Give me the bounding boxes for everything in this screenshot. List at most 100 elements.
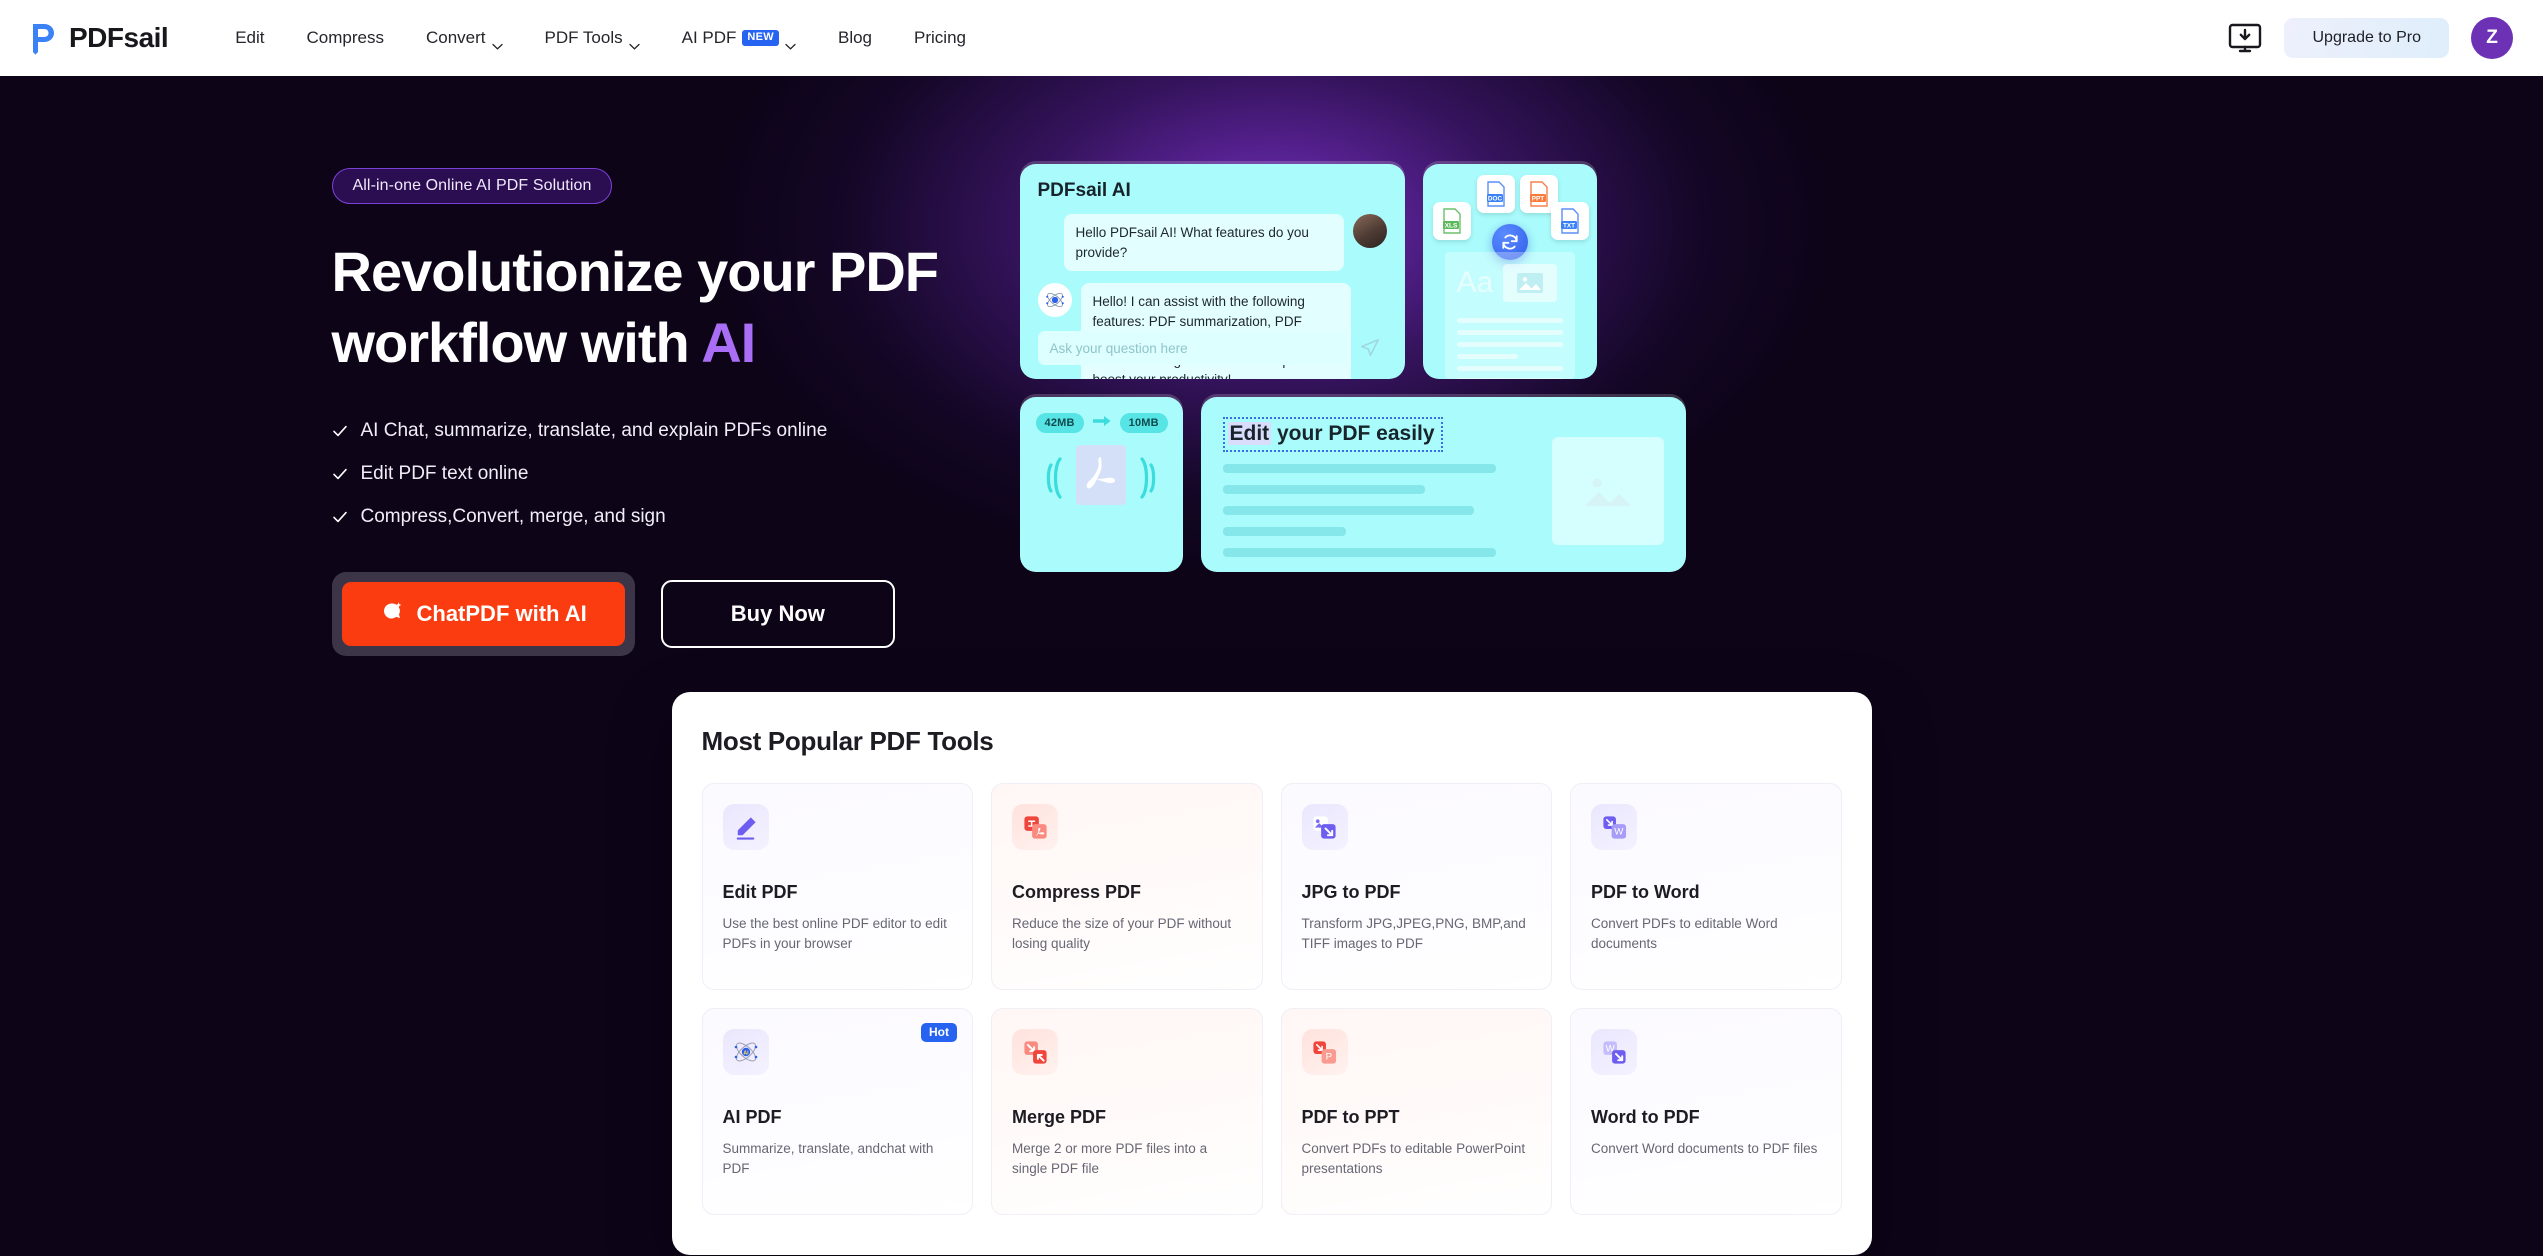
chevron-down-icon — [491, 35, 503, 50]
svg-text:XLS: XLS — [1444, 222, 1457, 229]
ai-chat-preview-card: PDFsail AI Hello PDFsail AI! What featur… — [1019, 164, 1405, 379]
hero-section: All-in-one Online AI PDF Solution Revolu… — [0, 76, 2543, 1256]
hot-badge: Hot — [921, 1023, 957, 1043]
tool-name: PDF to Word — [1591, 882, 1700, 903]
nav-label: Blog — [837, 28, 873, 47]
typography-sample: Aa — [1456, 266, 1494, 299]
acrobat-pdf-icon — [1072, 443, 1130, 512]
tool-card-ai-pdf[interactable]: Hot AI AI PDF Summarize, translate, andc… — [701, 1008, 973, 1216]
feature-item: AI Chat, summarize, translate, and expla… — [332, 420, 972, 442]
page-title: Revolutionize your PDF workflow with AI — [332, 236, 972, 378]
desktop-download-icon[interactable] — [2228, 23, 2262, 53]
compress-pdf-icon — [1012, 804, 1058, 851]
navbar-right: Upgrade to Pro Z — [2228, 17, 2513, 59]
hero-cta-row: ChatPDF with AI Buy Now — [331, 572, 972, 657]
ai-atom-avatar-icon — [1037, 283, 1072, 318]
tool-card-merge-pdf[interactable]: Merge PDF Merge 2 or more PDF files into… — [991, 1008, 1263, 1216]
tool-description: Use the best online PDF editor to edit P… — [722, 916, 947, 952]
tool-description: Convert Word documents to PDF files — [1591, 1141, 1818, 1157]
size-after-badge: 10MB — [1119, 413, 1168, 433]
arrow-right-icon — [1092, 414, 1111, 432]
image-placeholder-icon — [1503, 264, 1558, 302]
nav-label: PDF Tools — [544, 28, 623, 47]
svg-text:AI: AI — [743, 1051, 749, 1057]
primary-cta-wrapper: ChatPDF with AI — [331, 572, 635, 657]
feature-item: Compress,Convert, merge, and sign — [332, 506, 972, 528]
tool-card-compress-pdf[interactable]: Compress PDF Reduce the size of your PDF… — [991, 783, 1263, 991]
check-icon — [332, 466, 348, 482]
svg-text:PPT: PPT — [1531, 195, 1544, 202]
nav-label: AI PDF — [681, 28, 737, 47]
hero-title-line2: workflow with — [331, 311, 702, 375]
compress-wave-left-icon — [1046, 456, 1062, 499]
tool-description: Transform JPG,JPEG,PNG, BMP,and TIFF ima… — [1301, 916, 1526, 952]
tool-name: Edit PDF — [722, 882, 798, 903]
check-icon — [332, 509, 348, 525]
nav-item-pricing[interactable]: Pricing — [893, 20, 987, 56]
compress-wave-right-icon — [1140, 456, 1156, 499]
nav-item-ai-pdf[interactable]: AI PDF NEW — [661, 20, 817, 56]
user-avatar[interactable]: Z — [2471, 17, 2513, 59]
nav-label: Pricing — [914, 28, 966, 47]
word-to-pdf-icon: W — [1591, 1029, 1637, 1076]
edit-headline: Edit your PDF easily — [1222, 417, 1443, 452]
hero-feature-list: AI Chat, summarize, translate, and expla… — [332, 420, 972, 528]
feature-item: Edit PDF text online — [332, 463, 972, 485]
tool-name: Compress PDF — [1012, 882, 1142, 903]
feature-label: Compress,Convert, merge, and sign — [360, 506, 666, 528]
chat-message-user: Hello PDFsail AI! What features do you p… — [1038, 214, 1387, 272]
chatpdf-with-ai-button[interactable]: ChatPDF with AI — [341, 582, 625, 647]
converted-document-preview: Aa — [1444, 252, 1575, 379]
brand-logo[interactable]: PDFsail — [28, 21, 169, 55]
tool-description: Summarize, translate, andchat with PDF — [722, 1141, 934, 1177]
popular-tools-panel: Most Popular PDF Tools Edit PDF Use the … — [671, 692, 1872, 1256]
feature-label: AI Chat, summarize, translate, and expla… — [360, 420, 828, 442]
image-to-pdf-icon — [1301, 804, 1348, 851]
tool-description: Reduce the size of your PDF without losi… — [1012, 916, 1232, 952]
ai-atom-icon: AI — [722, 1029, 769, 1076]
merge-pdf-icon — [1012, 1029, 1058, 1076]
tool-card-pdf-to-word[interactable]: W PDF to Word Convert PDFs to editable W… — [1570, 783, 1842, 991]
send-plane-icon[interactable] — [1353, 331, 1387, 365]
edit-preview-card: Edit your PDF easily — [1200, 397, 1686, 572]
tool-card-edit-pdf[interactable]: Edit PDF Use the best online PDF editor … — [701, 783, 973, 991]
new-badge: NEW — [742, 30, 779, 46]
chat-question-input[interactable]: Ask your question here — [1037, 331, 1347, 365]
doc-file-icon: DOC — [1476, 175, 1515, 213]
nav-item-blog[interactable]: Blog — [817, 20, 893, 56]
tool-card-pdf-to-ppt[interactable]: P PDF to PPT Convert PDFs to editable Po… — [1280, 1008, 1552, 1216]
tool-card-jpg-to-pdf[interactable]: JPG to PDF Transform JPG,JPEG,PNG, BMP,a… — [1280, 783, 1552, 991]
tool-name: Word to PDF — [1591, 1107, 1700, 1128]
nav-label: Compress — [306, 28, 384, 47]
brand-name: PDFsail — [69, 22, 169, 53]
tool-name: JPG to PDF — [1301, 882, 1401, 903]
nav-item-convert[interactable]: Convert — [405, 20, 524, 56]
tool-description: Merge 2 or more PDF files into a single … — [1012, 1141, 1208, 1177]
tools-grid: Edit PDF Use the best online PDF editor … — [701, 783, 1842, 1216]
chevron-down-icon — [628, 35, 640, 50]
pencil-edit-icon — [722, 804, 769, 851]
hero-pill-badge: All-in-one Online AI PDF Solution — [331, 168, 613, 204]
nav-item-edit[interactable]: Edit — [214, 20, 285, 56]
hero-copy: All-in-one Online AI PDF Solution Revolu… — [331, 140, 972, 657]
hero-visuals: PDFsail AI Hello PDFsail AI! What featur… — [1019, 140, 2212, 656]
tool-name: AI PDF — [722, 1107, 782, 1128]
chevron-down-icon — [785, 35, 796, 50]
tool-name: Merge PDF — [1012, 1107, 1107, 1128]
upgrade-to-pro-button[interactable]: Upgrade to Pro — [2284, 18, 2449, 58]
nav-item-compress[interactable]: Compress — [286, 20, 405, 56]
hero-title-accent: AI — [701, 311, 756, 375]
svg-text:W: W — [1614, 826, 1624, 837]
svg-text:DOC: DOC — [1487, 195, 1502, 202]
chat-sparkle-icon — [380, 599, 404, 629]
nav-label: Edit — [235, 28, 265, 47]
buy-now-button[interactable]: Buy Now — [660, 580, 895, 649]
xls-file-icon: XLS — [1432, 202, 1471, 240]
nav-label: Convert — [425, 28, 486, 47]
tool-description: Convert PDFs to editable PowerPoint pres… — [1301, 1141, 1526, 1177]
nav-item-pdf-tools[interactable]: PDF Tools — [524, 20, 661, 56]
feature-label: Edit PDF text online — [360, 463, 529, 485]
tool-card-word-to-pdf[interactable]: W Word to PDF Convert Word documents to … — [1570, 1008, 1842, 1216]
txt-file-icon: TXT — [1550, 202, 1589, 240]
pdfsail-logo-icon — [28, 21, 58, 55]
